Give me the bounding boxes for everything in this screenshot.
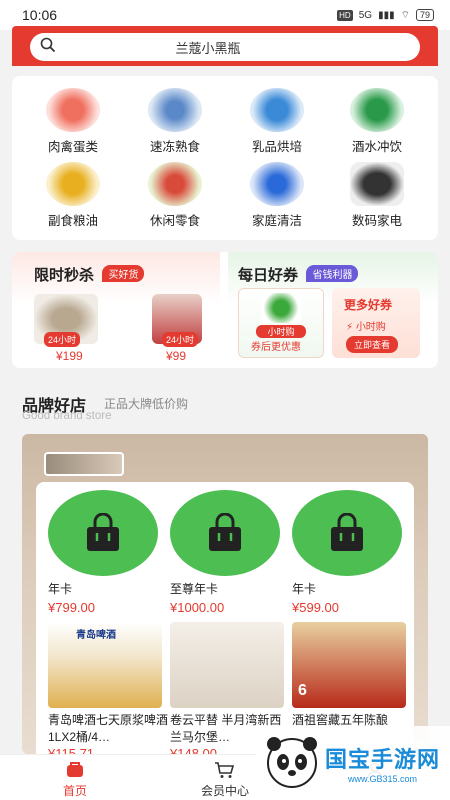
card-price: ¥599.00 (292, 600, 339, 615)
hour-badge: 小时购 (256, 325, 306, 338)
category-cleaning[interactable]: 家庭清洁 (232, 162, 322, 229)
card-name: 年卡 (48, 582, 73, 596)
oil-icon (46, 162, 100, 206)
product-image-label: 6 (298, 682, 307, 699)
milk-icon (250, 88, 304, 132)
status-time: 10:06 (22, 7, 58, 23)
flash-sale-tag: 买好货 (102, 265, 145, 282)
hd-badge: HD (337, 9, 353, 21)
search-placeholder: 兰蔻小黑瓶 (175, 40, 241, 56)
wifi-icon: ⌔ (400, 9, 410, 21)
product-image: 青岛啤酒 (48, 622, 162, 708)
daily-coupon-tag: 省钱利器 (306, 265, 359, 282)
panda-logo-icon (263, 732, 321, 795)
vegetable-image (261, 293, 301, 323)
battery-icon: 79 (415, 9, 434, 21)
watermark-brand: 国宝手游网 (325, 747, 441, 772)
card-price: ¥1000.00 (170, 600, 225, 615)
category-grid: 肉禽蛋类 速冻熟食 乳品烘培 酒水冲饮 副食粮油 休闲零食 家庭清洁 数码家电 (12, 76, 438, 240)
signal-label: 5G (358, 9, 373, 21)
snack-icon (148, 162, 202, 206)
flash-sale-section[interactable]: 限时秒杀 买好货 24小时 ¥199 24小时 ¥99 (12, 252, 220, 368)
watermark-url: www.GB315.com (347, 774, 418, 784)
membership-card[interactable]: 年卡 ¥599.00 (292, 490, 412, 615)
membership-card[interactable]: 年卡 ¥799.00 (48, 490, 168, 615)
tab-member-center-label: 会员中心 (200, 784, 249, 798)
product-image-label: 青岛啤酒 (76, 630, 116, 641)
shopping-bag-icon (170, 490, 280, 576)
flash-price: ¥99 (166, 349, 187, 363)
product-name: 青岛啤酒七天原浆啤酒1LX2桶/4… (48, 713, 168, 744)
time-badge: 24小时 (44, 332, 81, 347)
coupon-button[interactable]: 券后更优惠 (251, 338, 301, 353)
tab-home-label: 首页 (62, 784, 87, 798)
coupon-card[interactable]: 小时购 券后更优惠 (238, 288, 324, 358)
more-coupons-card[interactable]: 更多好券 ⚡ 小时购 立即查看 (332, 288, 420, 358)
category-meat[interactable]: 肉禽蛋类 (28, 88, 118, 155)
appliance-icon (350, 162, 404, 206)
home-cart-icon (0, 761, 150, 782)
shopping-bag-icon (48, 490, 158, 576)
product-image: 6 (292, 622, 406, 708)
shopping-bag-icon (292, 490, 402, 576)
site-watermark: 国宝手游网 www.GB315.com (255, 726, 450, 800)
category-oil[interactable]: 副食粮油 (28, 162, 118, 229)
signal-icon: ▮▮▮ (378, 9, 395, 21)
category-snacks[interactable]: 休闲零食 (130, 162, 220, 229)
category-frozen[interactable]: 速冻熟食 (130, 88, 220, 155)
flash-price: ¥199 (56, 349, 83, 363)
product-item[interactable]: 青岛啤酒 青岛啤酒七天原浆啤酒1LX2桶/4… ¥115.71 (48, 622, 168, 761)
product-image (170, 622, 284, 708)
detergent-icon (250, 162, 304, 206)
tab-home[interactable]: 首页 (0, 755, 150, 800)
meat-icon (46, 88, 100, 132)
membership-card[interactable]: 至尊年卡 ¥1000.00 (170, 490, 290, 615)
search-input[interactable]: 兰蔻小黑瓶 (30, 33, 420, 61)
card-name: 至尊年卡 (170, 582, 219, 596)
search-icon (40, 37, 56, 58)
store-thumbnail[interactable] (44, 452, 124, 476)
category-dairy[interactable]: 乳品烘培 (232, 88, 322, 155)
daily-coupon-section[interactable]: 每日好券 省钱利器 小时购 券后更优惠 更多好券 ⚡ 小时购 立即查看 (228, 252, 438, 368)
brand-subtitle: 正品大牌低价购 (104, 397, 189, 411)
view-now-button[interactable]: 立即查看 (346, 336, 399, 353)
brand-subtitle-en: Good brand store (22, 410, 112, 422)
promo-panel: 限时秒杀 买好货 24小时 ¥199 24小时 ¥99 每日好券 省钱利器 小时… (12, 252, 438, 368)
status-icons: HD 5G ▮▮▮ ⌔ 79 (337, 9, 434, 22)
category-appliances[interactable]: 数码家电 (332, 162, 422, 229)
card-name: 年卡 (292, 582, 317, 596)
card-price: ¥799.00 (48, 600, 95, 615)
category-drinks[interactable]: 酒水冲饮 (332, 88, 422, 155)
more-coupons-title: 更多好券 (344, 298, 393, 312)
frozen-food-icon (148, 88, 202, 132)
flash-sale-title: 限时秒杀 (34, 267, 95, 284)
hour-badge: ⚡ 小时购 (346, 322, 386, 333)
drink-icon (350, 88, 404, 132)
daily-coupon-title: 每日好券 (238, 267, 299, 284)
time-badge: 24小时 (162, 332, 199, 347)
